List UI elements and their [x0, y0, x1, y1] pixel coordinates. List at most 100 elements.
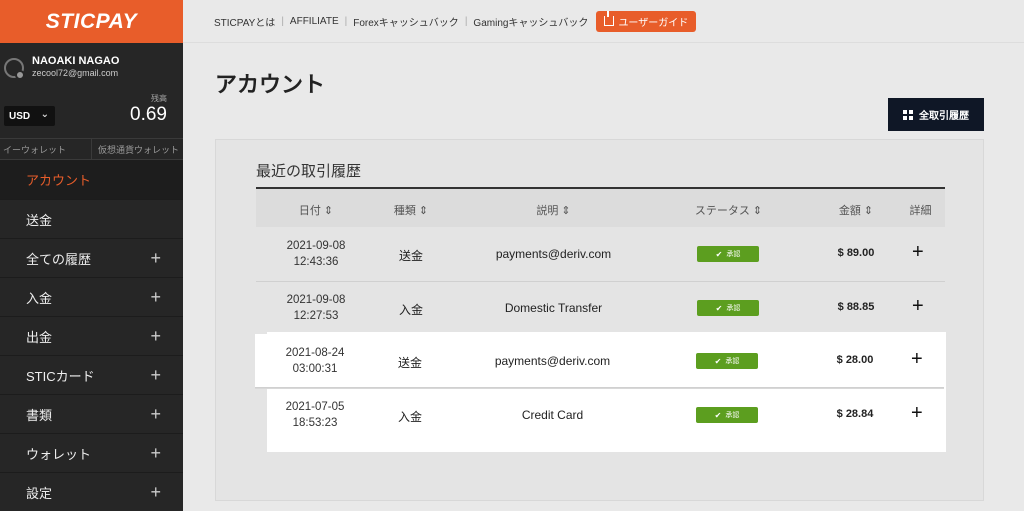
table-row: 2021-07-05 18:53:23 入金 Credit Card ✔ 承認 $ … — [255, 389, 944, 443]
row-description: payments@deriv.com — [495, 247, 612, 261]
row-description: Domestic Transfer — [504, 301, 603, 315]
nav-link-gaming-cashback[interactable]: Gamingキャッシュバック — [473, 14, 588, 29]
logo[interactable]: STICPAY — [0, 0, 183, 43]
avatar-settings-icon — [15, 70, 25, 80]
header-status[interactable]: ステータス ⇕ — [661, 202, 796, 218]
header-description[interactable]: 説明 ⇕ — [446, 202, 661, 218]
card-title: 最近の取引履歴 — [256, 163, 362, 180]
sidebar-menu: アカウント 送金 全ての履歴 + 入金 + 出金 + STICカード + 書類 + ウォレ… — [0, 160, 183, 511]
plus-icon[interactable]: + — [150, 326, 161, 347]
plus-icon[interactable]: + — [150, 248, 161, 269]
plus-icon[interactable]: + — [150, 365, 161, 386]
sidebar-item-send[interactable]: 送金 — [0, 200, 183, 239]
nav-separator: | — [464, 15, 468, 27]
nav-link-about[interactable]: STICPAYとは — [214, 14, 275, 29]
row-date: 2021-08-24 — [285, 347, 345, 359]
expand-plus-icon[interactable]: + — [911, 348, 923, 371]
expand-plus-icon[interactable]: + — [911, 402, 923, 425]
row-amount: $ 89.00 — [837, 247, 875, 259]
sidebar: STICPAY NAOAKI NAGAO zecool72@gmail.com … — [0, 0, 183, 511]
sidebar-item-wallet[interactable]: ウォレット + — [0, 434, 183, 473]
row-amount: $ 28.84 — [836, 408, 874, 420]
row-datetime: 2021-07-05 18:53:23 — [255, 399, 375, 431]
row-date: 2021-09-08 — [286, 294, 346, 306]
row-description: payments@deriv.com — [494, 354, 611, 368]
sidebar-item-deposit[interactable]: 入金 + — [0, 278, 183, 317]
row-time: 18:53:23 — [292, 417, 338, 429]
sidebar-item-documents[interactable]: 書類 + — [0, 395, 183, 434]
all-history-label: 全取引履歴 — [919, 111, 969, 122]
row-datetime: 2021-09-08 12:27:53 — [256, 292, 376, 324]
row-type: 入金 — [398, 303, 423, 317]
row-description: Credit Card — [521, 408, 584, 422]
tab-crypto-wallet[interactable]: 仮想通貨ウォレット — [92, 139, 184, 159]
header-date[interactable]: 日付 ⇕ — [256, 202, 376, 218]
sidebar-item-label: 設定 — [26, 485, 53, 501]
plus-icon[interactable]: + — [150, 482, 161, 503]
check-icon: ✔ — [714, 356, 722, 366]
expand-plus-icon[interactable]: + — [912, 241, 924, 264]
row-date: 2021-09-08 — [286, 240, 346, 252]
row-amount: $ 28.00 — [836, 354, 874, 366]
row-type: 入金 — [397, 410, 422, 424]
nav-separator: | — [281, 15, 284, 27]
sidebar-item-label: 送金 — [26, 212, 53, 228]
status-badge: ✔ 承認 — [696, 353, 758, 369]
status-badge: ✔ 承認 — [697, 246, 759, 262]
sidebar-item-account[interactable]: アカウント — [0, 160, 183, 200]
all-history-button[interactable]: 全取引履歴 — [888, 98, 984, 131]
sidebar-item-stic-card[interactable]: STICカード + — [0, 356, 183, 395]
header-amount[interactable]: 金額 ⇕ — [816, 202, 896, 218]
status-label: 承認 — [725, 358, 740, 365]
status-badge: ✔ 承認 — [696, 407, 758, 423]
check-icon: ✔ — [715, 303, 723, 313]
user-name: NAOAKI NAGAO — [32, 55, 120, 67]
sidebar-item-settings[interactable]: 設定 + — [0, 473, 183, 511]
header-type[interactable]: 種類 ⇕ — [376, 202, 446, 218]
expand-plus-icon[interactable]: + — [912, 295, 924, 318]
status-label: 承認 — [725, 412, 740, 419]
sidebar-item-label: ウォレット — [26, 446, 92, 462]
plus-icon[interactable]: + — [150, 287, 161, 308]
check-icon: ✔ — [714, 410, 722, 420]
download-icon — [604, 11, 615, 26]
balance-area: USD ⌄ 残高 0.69 — [0, 90, 183, 138]
top-nav: STICPAYとは | AFFILIATE | Forexキャッシュバック | … — [183, 0, 1024, 43]
page-title: アカウント — [215, 72, 326, 97]
plus-icon[interactable]: + — [150, 404, 161, 425]
sidebar-item-history[interactable]: 全ての履歴 + — [0, 239, 183, 278]
user-email: zecool72@gmail.com — [32, 68, 119, 78]
sidebar-item-label: STICカード — [26, 368, 95, 384]
sidebar-item-label: 出金 — [26, 329, 53, 345]
currency-value: USD — [9, 110, 31, 122]
table-row: 2021-09-08 12:27:53 入金 Domestic Transfer … — [256, 282, 945, 336]
plus-icon[interactable]: + — [150, 443, 161, 464]
balance-label: 残高 — [151, 94, 167, 103]
sidebar-item-label: 書類 — [26, 407, 53, 423]
row-datetime: 2021-08-24 03:00:31 — [255, 345, 375, 377]
row-type: 送金 — [398, 249, 423, 263]
sidebar-item-withdraw[interactable]: 出金 + — [0, 317, 183, 356]
row-time: 12:27:53 — [293, 310, 339, 322]
nav-link-forex-cashback[interactable]: Forexキャッシュバック — [353, 14, 459, 29]
nav-link-affiliate[interactable]: AFFILIATE — [290, 16, 339, 27]
status-label: 承認 — [726, 251, 741, 258]
user-guide-label: ユーザーガイド — [618, 17, 689, 29]
table-row: 2021-09-08 12:43:36 送金 payments@deriv.com… — [256, 228, 945, 282]
sidebar-item-label: 全ての履歴 — [26, 251, 92, 267]
logo-text: STICPAY — [45, 9, 138, 33]
balance-value: 0.69 — [130, 104, 167, 125]
wallet-tabs: イーウォレット 仮想通貨ウォレット — [0, 138, 183, 160]
check-icon: ✔ — [715, 249, 723, 259]
tab-e-wallet[interactable]: イーウォレット — [0, 139, 92, 159]
status-label: 承認 — [726, 305, 741, 312]
sidebar-item-label: アカウント — [26, 173, 92, 188]
row-type: 送金 — [397, 356, 422, 370]
sidebar-item-label: 入金 — [26, 290, 53, 306]
nav-separator: | — [344, 15, 348, 27]
table-header: 日付 ⇕ 種類 ⇕ 説明 ⇕ ステータス ⇕ 金額 ⇕ 詳細 — [256, 189, 945, 227]
row-amount: $ 88.85 — [837, 301, 875, 313]
user-guide-button[interactable]: ユーザーガイド — [596, 10, 697, 32]
currency-select[interactable]: USD ⌄ — [4, 106, 55, 126]
row-time: 03:00:31 — [292, 363, 338, 375]
